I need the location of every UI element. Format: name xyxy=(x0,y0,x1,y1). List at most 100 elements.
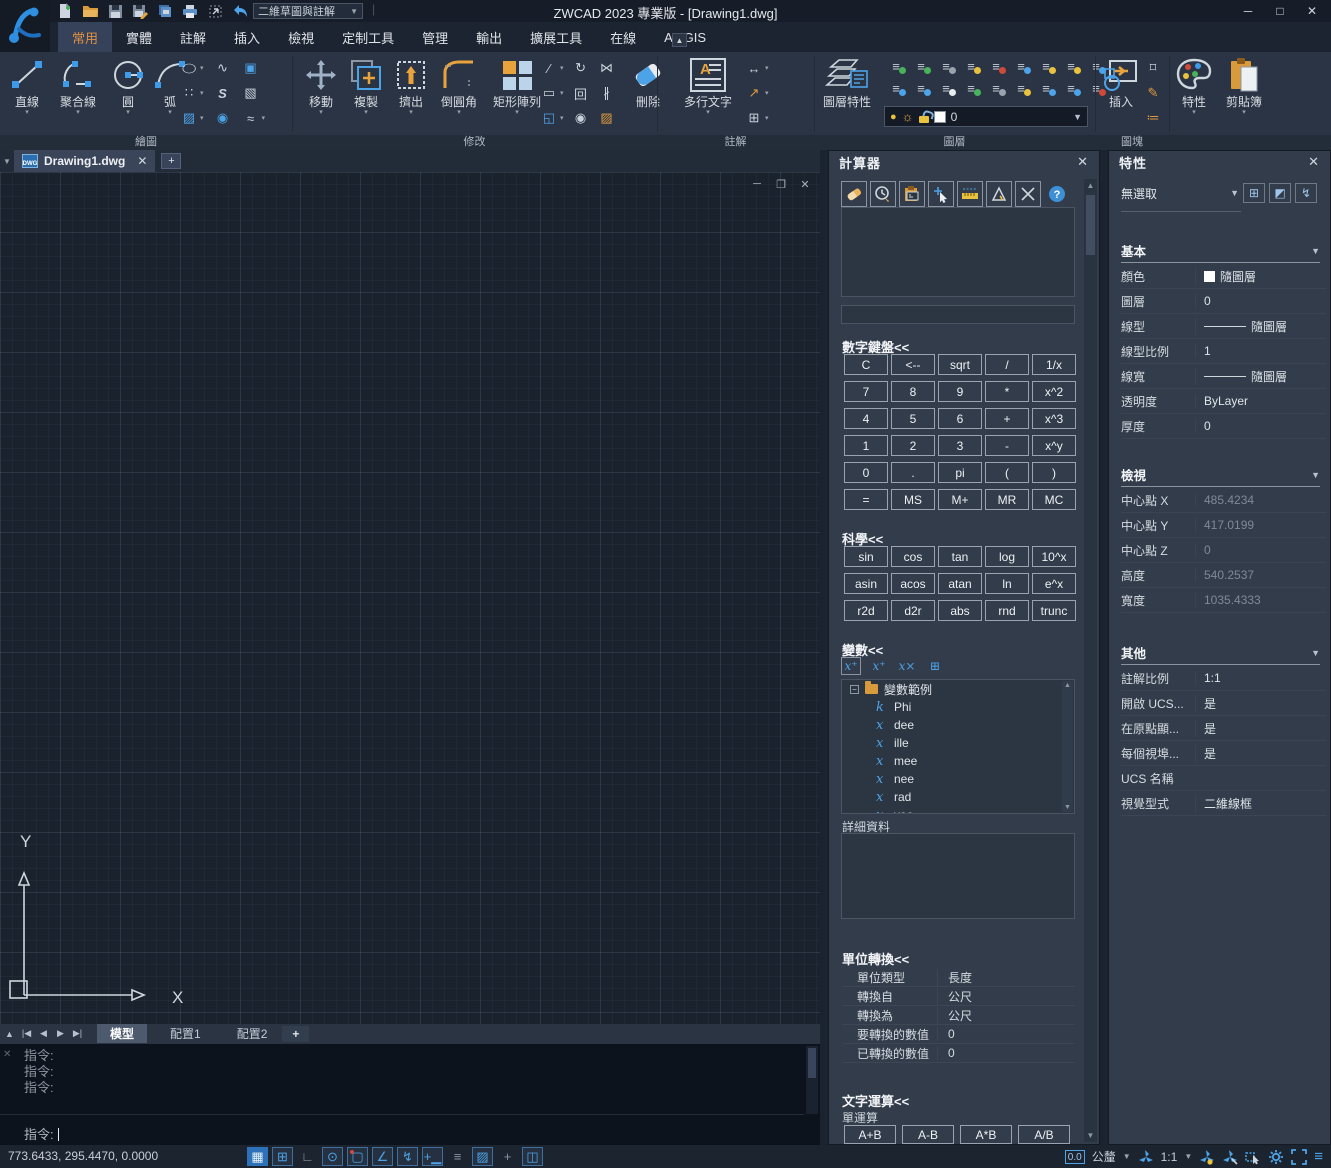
next-layout-icon[interactable]: ▶ xyxy=(53,1028,68,1039)
minimize-button[interactable]: ─ xyxy=(1235,1,1261,21)
annotation-monitor-icon[interactable]: + xyxy=(497,1147,518,1166)
status-menu-icon[interactable]: ≡ xyxy=(1314,1148,1323,1165)
calc-key[interactable]: 9 xyxy=(938,381,982,402)
revcloud-dropdown-icon[interactable]: ▾ xyxy=(262,114,266,122)
edit-variable-icon[interactable]: x⁺ xyxy=(869,657,889,675)
sci-key[interactable]: rnd xyxy=(985,600,1029,621)
layer-thaw-vp-icon[interactable]: ≡ xyxy=(1009,79,1033,98)
point-icon[interactable]: ∷ xyxy=(180,84,198,102)
hatch-dropdown-icon[interactable]: ▾ xyxy=(200,114,204,122)
object-snap-icon[interactable]: ▢ xyxy=(347,1147,368,1166)
sci-key[interactable]: sin xyxy=(844,546,888,567)
calc-key[interactable]: 8 xyxy=(891,381,935,402)
calc-key[interactable]: 4 xyxy=(844,408,888,429)
calc-key[interactable]: = xyxy=(844,489,888,510)
calc-history-box[interactable] xyxy=(841,207,1075,297)
calc-key[interactable]: ) xyxy=(1032,462,1076,483)
calc-key[interactable]: 3 xyxy=(938,435,982,456)
textop-key[interactable]: A*B xyxy=(960,1125,1012,1144)
layer-thaw-icon[interactable]: ≡ xyxy=(959,57,983,76)
misc-property-row[interactable]: 視覺型式 二維線框 xyxy=(1121,791,1326,816)
table-icon[interactable]: ⊞ xyxy=(745,109,763,127)
insert-block-button[interactable]: 插入 xyxy=(1099,52,1143,109)
calc-key[interactable]: x^y xyxy=(1032,435,1076,456)
layer-unisolate-icon[interactable]: ≡ xyxy=(1059,57,1083,76)
view-section-header[interactable]: 檢視▼ xyxy=(1121,463,1320,487)
attributes-icon[interactable]: ≔ xyxy=(1144,109,1162,127)
misc-property-row[interactable]: 每個視埠... 是 xyxy=(1121,741,1326,766)
doc-close-button[interactable]: ✕ xyxy=(798,178,812,191)
document-tab-close-icon[interactable]: ✕ xyxy=(137,154,147,168)
revision-cloud-icon[interactable]: ≈ xyxy=(242,109,260,127)
textop-key[interactable]: A/B xyxy=(1018,1125,1070,1144)
sci-key[interactable]: r2d xyxy=(844,600,888,621)
textop-key[interactable]: A+B xyxy=(844,1125,896,1144)
variable-item[interactable]: x ille xyxy=(842,734,1074,752)
property-row-layer[interactable]: 圖層 0 xyxy=(1121,289,1326,314)
calculator-scrollbar[interactable]: ▲ ▼ xyxy=(1084,179,1097,1142)
calc-key[interactable]: 1 xyxy=(844,435,888,456)
calc-key[interactable]: MR xyxy=(985,489,1029,510)
property-row-color[interactable]: 顏色 隨圖層 xyxy=(1121,264,1326,289)
trim-icon[interactable]: ∕ xyxy=(540,59,558,77)
print-icon[interactable] xyxy=(181,3,199,19)
calc-key[interactable]: 5 xyxy=(891,408,935,429)
close-button[interactable]: ✕ xyxy=(1299,1,1325,21)
unit-conversion-row[interactable]: 單位類型 長度 xyxy=(843,968,1075,987)
command-window[interactable]: ✕ 指令:指令:指令: 指令: xyxy=(0,1043,820,1145)
table-dropdown-icon[interactable]: ▾ xyxy=(765,114,769,122)
new-layout-button[interactable]: + xyxy=(282,1026,309,1042)
circle-button[interactable]: 圓▾ xyxy=(108,52,148,117)
dynamic-input-icon[interactable]: +▁ xyxy=(422,1147,443,1166)
plot-icon[interactable] xyxy=(156,3,174,19)
rect-array-button[interactable]: 矩形陣列▾ xyxy=(486,52,548,117)
basic-section-header[interactable]: 基本▼ xyxy=(1121,239,1320,263)
calc-key[interactable]: / xyxy=(985,354,1029,375)
calc-key[interactable]: + xyxy=(985,408,1029,429)
variables-folder-row[interactable]: − 變數範例 xyxy=(842,680,1074,698)
sci-key[interactable]: tan xyxy=(938,546,982,567)
maximize-button[interactable]: □ xyxy=(1267,1,1293,21)
create-block-icon[interactable]: ⌑ xyxy=(1144,59,1162,77)
sci-key[interactable]: d2r xyxy=(891,600,935,621)
layer-make-current-icon[interactable]: ≡ xyxy=(884,79,908,98)
lineweight-display-icon[interactable]: ≡ xyxy=(447,1147,468,1166)
sci-key[interactable]: acos xyxy=(891,573,935,594)
ribbon-tab[interactable]: 檢視 xyxy=(274,22,328,52)
block-editor-icon[interactable]: ✎ xyxy=(1144,84,1162,102)
sci-key[interactable]: trunc xyxy=(1032,600,1076,621)
rectangle-icon[interactable]: ▣ xyxy=(242,59,260,77)
property-row-lineweight[interactable]: 線寬 隨圖層 xyxy=(1121,364,1326,389)
layer-merge-icon[interactable]: ≡ xyxy=(959,79,983,98)
layer-properties-button[interactable]: 圖層特性 xyxy=(818,52,876,109)
calc-key[interactable]: <-- xyxy=(891,354,935,375)
property-row-linetype-scale[interactable]: 線型比例 1 xyxy=(1121,339,1326,364)
calc-key[interactable]: MC xyxy=(1032,489,1076,510)
doc-list-dropdown-icon[interactable]: ▼ xyxy=(0,157,14,166)
ribbon-tab[interactable]: 在線 xyxy=(596,22,650,52)
textop-key[interactable]: A-B xyxy=(902,1125,954,1144)
sci-key[interactable]: ln xyxy=(985,573,1029,594)
dimension-dropdown-icon[interactable]: ▾ xyxy=(765,64,769,72)
edit-hatch-icon[interactable]: ▨ xyxy=(598,109,616,127)
polyline-button[interactable]: 聚合線▾ xyxy=(51,52,105,117)
prev-layout-icon[interactable]: ◀ xyxy=(36,1028,51,1039)
dimension-icon[interactable]: ↔ xyxy=(745,59,763,77)
calc-key[interactable]: . xyxy=(891,462,935,483)
fullscreen-icon[interactable] xyxy=(1291,1149,1307,1165)
unit-conversion-row[interactable]: 已轉換的數值 0 xyxy=(843,1044,1075,1063)
layer-match-icon[interactable]: ≡ xyxy=(909,79,933,98)
new-variable-icon[interactable]: x⁺ xyxy=(841,657,861,675)
calculator-return-icon[interactable]: ⊞ xyxy=(925,657,945,675)
mtext-button[interactable]: A 多行文字▾ xyxy=(675,52,741,117)
layer-on-icon[interactable]: ≡ xyxy=(909,57,933,76)
measure-distance-icon[interactable] xyxy=(957,181,983,207)
calc-key[interactable]: 2 xyxy=(891,435,935,456)
selection-filter-icon[interactable] xyxy=(1245,1149,1261,1165)
misc-property-row[interactable]: 在原點顯... 是 xyxy=(1121,716,1326,741)
get-coordinates-icon[interactable] xyxy=(928,181,954,207)
properties-title-bar[interactable]: 特性 ✕ xyxy=(1109,151,1330,173)
ellipse-icon[interactable]: ◯ xyxy=(180,62,198,75)
scroll-down-icon[interactable]: ▼ xyxy=(1084,1129,1097,1142)
unit-conversion-row[interactable]: 轉換為 公尺 xyxy=(843,1006,1075,1025)
